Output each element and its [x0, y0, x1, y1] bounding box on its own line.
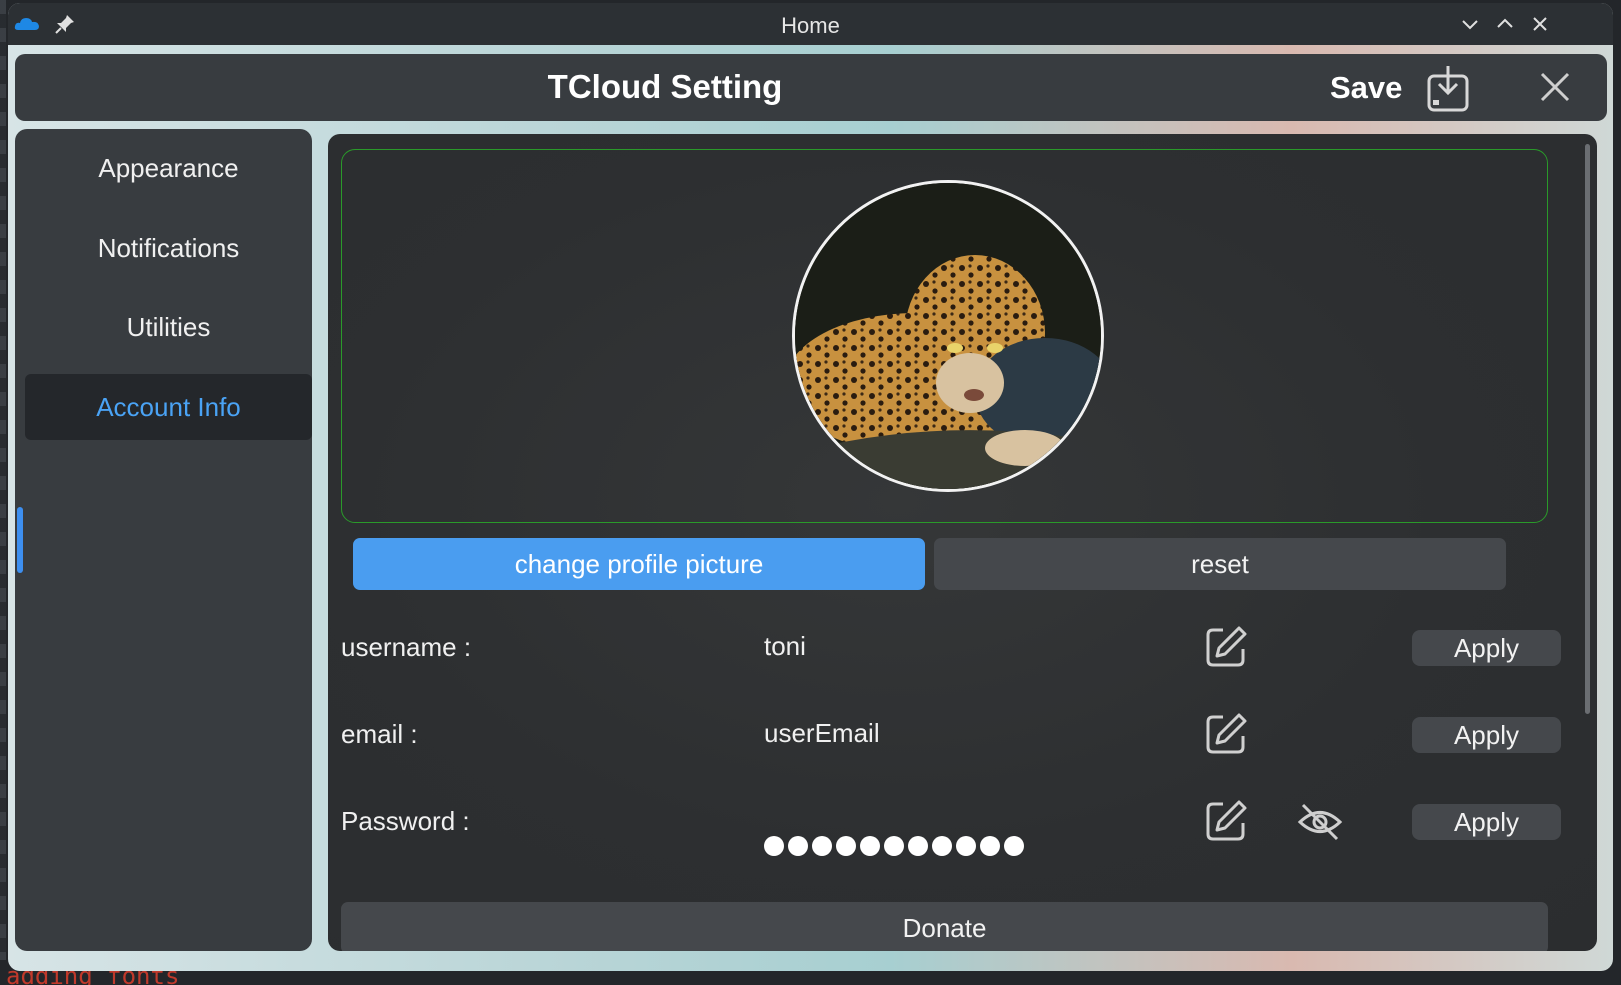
password-dot [956, 836, 976, 856]
settings-sidebar: Appearance Notifications Utilities Accou… [15, 129, 312, 951]
password-dot [812, 836, 832, 856]
donate-button[interactable]: Donate [341, 902, 1548, 951]
password-label: Password : [341, 806, 470, 836]
edit-email-icon[interactable] [1203, 711, 1249, 757]
app-window: Home TCloud Setting Save Appearance Noti… [8, 3, 1613, 971]
save-label[interactable]: Save [1330, 70, 1402, 106]
terminal-edge [0, 0, 6, 960]
password-dot [932, 836, 952, 856]
sidebar-item-notifications[interactable]: Notifications [25, 215, 312, 281]
sidebar-item-utilities[interactable]: Utilities [25, 294, 312, 360]
maximize-icon[interactable] [1493, 12, 1517, 36]
scrollbar[interactable] [1585, 144, 1590, 714]
sidebar-item-appearance[interactable]: Appearance [25, 135, 312, 201]
close-icon[interactable] [1528, 12, 1552, 36]
edit-username-icon[interactable] [1203, 624, 1249, 670]
email-label: email : [341, 719, 418, 749]
avatar-frame [341, 149, 1548, 523]
password-dot [980, 836, 1000, 856]
password-dot [836, 836, 856, 856]
password-value [764, 832, 1024, 860]
change-profile-picture-button[interactable]: change profile picture [353, 538, 925, 590]
edit-password-icon[interactable] [1203, 798, 1249, 844]
active-indicator [17, 507, 23, 573]
password-dot [788, 836, 808, 856]
close-settings-icon[interactable] [1537, 69, 1573, 105]
email-value: userEmail [764, 718, 880, 748]
password-dot [860, 836, 880, 856]
title-bar[interactable]: Home [8, 3, 1613, 45]
reset-button[interactable]: reset [934, 538, 1506, 590]
password-dot [1004, 836, 1024, 856]
save-icon[interactable] [1425, 62, 1471, 114]
password-dot [908, 836, 928, 856]
window-title: Home [781, 13, 840, 38]
username-value: toni [764, 631, 806, 661]
avatar [792, 180, 1104, 492]
sidebar-item-account-info[interactable]: Account Info [25, 374, 312, 440]
account-info-panel: change profile picture reset username : … [328, 134, 1597, 951]
password-dot [764, 836, 784, 856]
apply-email-button[interactable]: Apply [1412, 717, 1561, 753]
eye-off-icon[interactable] [1297, 799, 1343, 845]
password-dot [884, 836, 904, 856]
username-label: username : [341, 632, 472, 662]
minimize-icon[interactable] [1458, 12, 1482, 36]
settings-header: TCloud Setting Save [15, 54, 1607, 121]
apply-username-button[interactable]: Apply [1412, 630, 1561, 666]
apply-password-button[interactable]: Apply [1412, 804, 1561, 840]
leopard-picture [795, 183, 1101, 489]
page-title: TCloud Setting [547, 68, 783, 105]
